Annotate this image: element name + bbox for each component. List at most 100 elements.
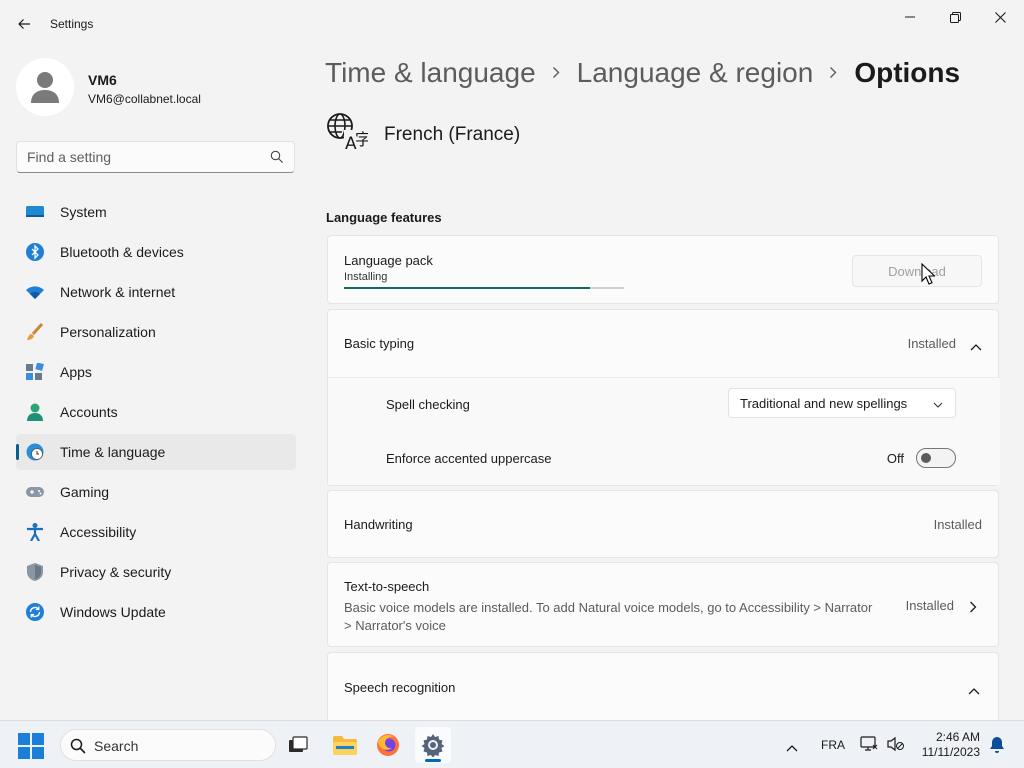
basic-typing-label: Basic typing [344,336,415,351]
windows-logo-icon [18,733,44,759]
breadcrumb-time-language[interactable]: Time & language [325,57,536,89]
handwriting-card: Handwriting Installed [327,490,999,558]
sidebar-item-personalization[interactable]: Personalization [16,314,296,350]
settings-search[interactable] [16,141,295,173]
chevron-right-icon [552,63,561,84]
network-status-button[interactable] [860,736,878,757]
sidebar-item-label: Accounts [60,404,118,420]
search-input[interactable] [27,149,257,165]
text-to-speech-card[interactable]: Text-to-speech Basic voice models are in… [327,562,999,647]
bluetooth-icon [26,243,44,261]
apps-icon [26,362,44,381]
firefox-button[interactable] [370,727,406,763]
task-view-icon [289,736,308,752]
settings-app-button[interactable] [415,727,451,763]
sidebar-item-label: Windows Update [60,604,166,620]
sidebar-item-gaming[interactable]: Gaming [16,474,296,510]
chevron-up-icon[interactable] [970,338,982,356]
start-button[interactable] [18,733,44,759]
sidebar-item-label: Apps [60,364,92,380]
update-icon [26,603,44,621]
taskbar-clock[interactable]: 2:46 AM 11/11/2023 [922,730,980,760]
restore-button[interactable] [935,4,975,30]
speech-recognition-label: Speech recognition [344,680,456,695]
breadcrumb-language-region[interactable]: Language & region [577,57,814,89]
sidebar-item-accounts[interactable]: Accounts [16,394,296,430]
speaker-muted-icon [887,736,904,752]
enforce-accented-toggle[interactable] [916,448,956,468]
sidebar-item-network[interactable]: Network & internet [16,274,296,310]
language-pack-card: Language pack Installing Download [327,235,999,304]
handwriting-status: Installed [933,517,982,532]
minimize-button[interactable] [890,4,930,30]
folder-icon [333,736,357,755]
sidebar-item-privacy[interactable]: Privacy & security [16,554,296,590]
install-progress-fill [344,287,591,289]
accessibility-icon [26,523,44,542]
language-icon: A 字 [327,113,368,152]
chevron-up-icon [786,745,798,752]
spell-checking-dropdown[interactable]: Traditional and new spellings [728,388,956,418]
brush-icon [26,322,44,341]
sidebar-nav: System Bluetooth & devices Network & int… [16,194,296,634]
download-button[interactable]: Download [852,255,982,287]
chevron-up-icon[interactable] [968,682,980,700]
title-bar: Settings [0,0,1024,48]
sidebar-item-windows-update[interactable]: Windows Update [16,594,296,630]
sidebar-item-label: Bluetooth & devices [60,244,184,260]
sidebar-item-accessibility[interactable]: Accessibility [16,514,296,550]
restore-icon [949,11,961,23]
volume-button[interactable] [887,736,905,757]
clock-time: 2:46 AM [935,730,980,744]
chevron-down-icon [933,397,943,412]
sidebar-item-label: System [60,204,107,220]
shield-icon [26,563,44,581]
search-icon[interactable] [270,150,284,169]
user-email: VM6@collabnet.local [88,92,201,106]
show-hidden-icons-button[interactable] [786,739,798,757]
sidebar-item-label: Gaming [60,484,110,500]
sidebar-item-label: Privacy & security [60,564,172,580]
close-button[interactable] [980,4,1020,30]
sidebar-item-time-language[interactable]: Time & language [16,434,296,470]
back-button[interactable] [10,10,38,38]
sidebar-item-apps[interactable]: Apps [16,354,296,390]
spell-checking-value: Traditional and new spellings [740,395,908,411]
bell-icon [990,737,1004,753]
enforce-accented-state: Off [886,451,904,466]
time-language-icon [26,443,44,461]
svg-text:字: 字 [355,130,368,149]
gear-icon [421,734,445,757]
language-pack-status: Installing [344,271,388,283]
avatar [16,58,74,116]
language-name: French (France) [384,124,521,145]
app-title: Settings [50,17,94,31]
basic-typing-header[interactable]: Basic typing Installed [328,310,1000,377]
sidebar-item-label: Personalization [60,324,156,340]
page-title: Options [854,57,961,88]
sidebar-item-system[interactable]: System [16,194,296,230]
taskbar-search[interactable]: Search [60,729,276,761]
notifications-button[interactable] [989,736,1005,759]
gamepad-icon [26,483,44,501]
section-title: Language features [326,210,442,225]
accounts-icon [26,403,44,421]
input-language-indicator[interactable]: FRA [821,738,845,752]
toggle-knob [921,453,931,463]
tts-status: Installed [905,598,954,613]
user-profile[interactable]: VM6 VM6@collabnet.local [16,58,296,118]
taskbar: Search FRA 2:46 AM 11/11/2023 [0,720,1024,768]
speech-recognition-card[interactable]: Speech recognition [327,652,999,720]
system-icon [26,203,44,221]
taskbar-search-label: Search [94,738,139,754]
enforce-accented-label: Enforce accented uppercase [386,451,552,466]
file-explorer-button[interactable] [327,727,363,763]
handwriting-label: Handwriting [344,517,413,532]
mouse-cursor-icon [921,263,935,285]
sidebar-item-bluetooth[interactable]: Bluetooth & devices [16,234,296,270]
task-view-button[interactable] [280,727,316,763]
install-progress-bar [344,287,624,289]
search-icon [70,738,86,754]
user-name: VM6 [88,72,117,88]
basic-typing-status: Installed [907,336,956,351]
